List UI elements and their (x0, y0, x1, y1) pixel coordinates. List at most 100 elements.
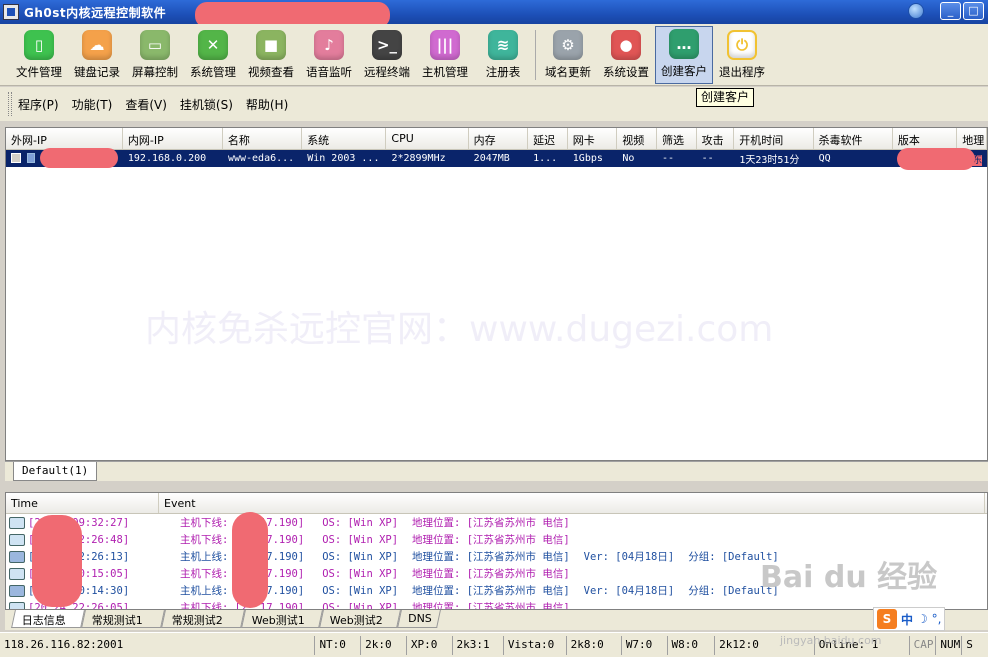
toolbar-label: 屏幕控制 (132, 65, 178, 79)
host-list-header: 外网-IP 内网-IP 名称 系统 CPU 内存 延迟 网卡 视频 筛选 攻击 开机时间 杀毒软件 版本地… (6, 128, 987, 150)
bottom-tab-3[interactable]: Web测试1 (241, 610, 323, 628)
minimize-button[interactable]: _ (940, 2, 961, 20)
status-cell: S (961, 635, 988, 655)
host-col-header[interactable]: 版本 (893, 128, 958, 149)
ime-mode[interactable]: 中 (901, 611, 913, 628)
toolbar-button-file-manager[interactable]: ▯ 文件管理 (10, 26, 68, 84)
toolbar-button-host-manager[interactable]: ||| 主机管理 (416, 26, 474, 84)
toolbar-button-system-manager[interactable]: ✕ 系统管理 (184, 26, 242, 84)
bottom-tab-label: Web测试2 (329, 614, 383, 627)
title-bar: Gh0st内核远程控制软件 (0, 0, 988, 24)
toolbar-button-system-settings[interactable]: ● 系统设置 (597, 26, 655, 84)
toolbar-button-exit-program[interactable]: ⏻ 退出程序 (713, 26, 771, 84)
menu-function[interactable]: 功能(T) (72, 96, 113, 113)
host-col-header[interactable]: CPU (386, 128, 469, 149)
host-cell-text: -- (662, 153, 675, 164)
host-cell-text: QQ (818, 153, 831, 164)
file-manager-icon: ▯ (24, 30, 54, 60)
log-col-time[interactable]: Time (6, 493, 159, 513)
toolbar-button-domain-update[interactable]: ⚙ 域名更新 (539, 26, 597, 84)
ime-toolbar[interactable]: S 中 ☽ °, (873, 607, 946, 631)
host-col-header[interactable]: 系统 (302, 128, 387, 149)
ime-extra[interactable]: ☽ °, (917, 612, 941, 626)
group-tab-default[interactable]: Default(1) (13, 462, 98, 481)
menu-lock[interactable]: 挂机锁(S) (180, 96, 233, 113)
menu-bar: 程序(P) 功能(T) 查看(V) 挂机锁(S) 帮助(H) (0, 87, 988, 121)
host-cell: No (617, 153, 657, 164)
status-cell: W7:0 (620, 635, 667, 655)
host-cell: -- (697, 153, 735, 164)
host-col-header[interactable]: 内存 (469, 128, 529, 149)
redaction-mark (40, 148, 118, 168)
host-cell-text: No (622, 153, 635, 164)
host-col-header[interactable]: 开机时间 (734, 128, 814, 149)
log-row[interactable]: [20 25 02:26:48]主机下线: [2 .17.190]OS: [Wi… (6, 531, 987, 548)
host-cell-text: 192.168.0.200 (127, 153, 207, 164)
host-col-header[interactable]: 视频 (617, 128, 657, 149)
toolbar-button-video-view[interactable]: ■ 视频查看 (242, 26, 300, 84)
menu-view[interactable]: 查看(V) (125, 96, 167, 113)
toolbar-button-create-client[interactable]: … 创建客户 (655, 26, 713, 84)
host-cell-text: -- (701, 153, 714, 164)
host-col-header[interactable]: 地理 (957, 128, 987, 149)
host-cell: www-eda6... (223, 153, 302, 164)
registry-icon: ≋ (488, 30, 518, 60)
log-row[interactable]: [20 25 09:32:27]主机下线: [2 .17.190]OS: [Wi… (6, 514, 987, 531)
watermark-text: 内核免杀远控官网：www.dugezi.com (145, 309, 774, 350)
log-os: OS: [Win XP] (322, 533, 399, 546)
host-cell: 1天23时51分 (734, 151, 813, 166)
toolbar-button-keyboard-log[interactable]: ☁ 键盘记录 (68, 26, 126, 84)
bottom-tab-2[interactable]: 常规测试2 (161, 610, 245, 628)
host-col-header[interactable]: 杀毒软件 (814, 128, 893, 149)
voice-monitor-icon: ♪ (314, 30, 344, 60)
host-col-header[interactable]: 延迟 (528, 128, 568, 149)
network-icon (9, 584, 25, 597)
computer-icon (9, 516, 25, 529)
host-cell: QQ (814, 153, 893, 164)
status-cell: 118.26.116.82:2001 (4, 637, 124, 651)
toolbar-button-remote-terminal[interactable]: >_ 远程终端 (358, 26, 416, 84)
maximize-button[interactable]: □ (963, 2, 984, 20)
log-ver: Ver: [04月18日] (583, 585, 675, 597)
exit-program-icon: ⏻ (727, 30, 757, 60)
host-cell: 1Gbps (568, 153, 618, 164)
bottom-tab-0[interactable]: 日志信息 (11, 610, 85, 628)
log-col-event[interactable]: Event (159, 493, 985, 513)
toolbar: ▯ 文件管理 ☁ 键盘记录 ▭ 屏幕控制 ✕ 系统管理 ■ 视频查看 ♪ 语音监听 >_ 远程终端 ||| 主… (0, 24, 988, 86)
host-row[interactable]: 192.168.0.200 www-eda6... Win 2003 ... 2*28… (6, 150, 987, 167)
redaction-mark (897, 148, 975, 170)
network-icon (9, 550, 25, 563)
toolbar-label: 退出程序 (719, 65, 765, 79)
app-icon (3, 4, 19, 20)
host-col-header[interactable]: 名称 (223, 128, 303, 149)
toolbar-button-registry[interactable]: ≋ 注册表 (474, 26, 532, 84)
log-geo: 地理位置: [江苏省苏州市 电信] (412, 551, 570, 563)
tray-icon[interactable] (908, 3, 924, 19)
menu-grip (8, 92, 12, 116)
toolbar-button-voice-monitor[interactable]: ♪ 语音监听 (300, 26, 358, 84)
sogou-icon[interactable]: S (877, 609, 897, 629)
toolbar-label: 系统管理 (190, 65, 236, 79)
menu-program[interactable]: 程序(P) (18, 96, 59, 113)
bottom-tab-4[interactable]: Web测试2 (319, 610, 401, 628)
bottom-tab-label: 日志信息 (21, 614, 66, 627)
host-col-header[interactable]: 外网-IP (6, 128, 123, 149)
bottom-tab-1[interactable]: 常规测试1 (81, 610, 165, 628)
host-col-header[interactable]: 内网-IP (123, 128, 223, 149)
host-cell-text: 1天23时51分 (739, 155, 800, 166)
host-cell-text: 2047MB (473, 153, 510, 164)
menu-help[interactable]: 帮助(H) (246, 96, 288, 113)
host-cell: Win 2003 ... (302, 153, 386, 164)
host-col-header[interactable]: 网卡 (568, 128, 618, 149)
bottom-tab-label: Web测试1 (251, 614, 305, 627)
toolbar-label: 文件管理 (16, 65, 62, 79)
toolbar-label: 主机管理 (422, 65, 468, 79)
host-checkbox[interactable] (11, 153, 21, 163)
bottom-tab-5[interactable]: DNS (397, 610, 441, 628)
log-row[interactable]: [20 24 22:26:05]主机下线: [2 .17.190]OS: [Wi… (6, 599, 987, 609)
host-cell: 2*2899MHz (386, 153, 468, 164)
host-col-header[interactable]: 攻击 (697, 128, 735, 149)
computer-icon (9, 533, 25, 546)
host-col-header[interactable]: 筛选 (657, 128, 697, 149)
toolbar-button-screen-control[interactable]: ▭ 屏幕控制 (126, 26, 184, 84)
